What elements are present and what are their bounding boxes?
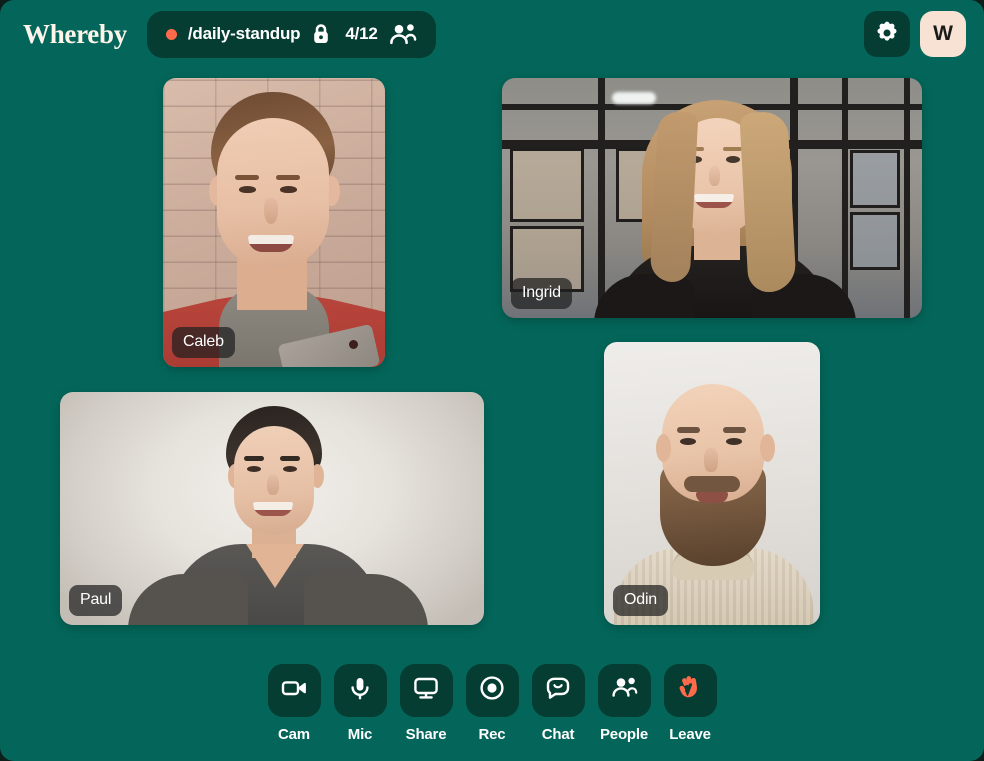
toolbar-item-rec[interactable]: Rec — [465, 664, 519, 743]
meeting-toolbar: Cam Mic Share Rec Chat People Leave — [0, 664, 984, 743]
person-ear-left — [656, 434, 671, 462]
person-eye-right — [726, 438, 742, 445]
people-button[interactable] — [597, 664, 651, 717]
leave-button[interactable] — [663, 664, 717, 717]
person-hair-strand-right — [739, 110, 797, 294]
video-feed-odin — [604, 342, 820, 625]
toolbar-item-people[interactable]: People — [597, 664, 651, 743]
person-nose — [264, 198, 278, 224]
toolbar-item-mic[interactable]: Mic — [333, 664, 387, 743]
video-feed-paul — [60, 392, 484, 625]
screen-share-icon — [412, 674, 440, 707]
cam-label: Cam — [278, 726, 310, 743]
person-brow-left — [235, 175, 259, 180]
person-nose — [704, 448, 718, 472]
leave-label: Leave — [669, 726, 711, 743]
person-brow-right — [276, 175, 300, 180]
whereby-meeting-window: Whereby /daily-standup 4/12 W Caleb Ingr… — [0, 0, 984, 761]
chat-button[interactable] — [531, 664, 585, 717]
person-moustache — [684, 476, 740, 492]
person-brow-right — [723, 427, 746, 433]
person-eye-right — [726, 156, 740, 163]
share-button[interactable] — [399, 664, 453, 717]
rec-button[interactable] — [465, 664, 519, 717]
chat-label: Chat — [541, 726, 575, 743]
participant-name-badge: Odin — [613, 585, 668, 616]
mic-button[interactable] — [333, 664, 387, 717]
person-brow-right — [723, 147, 742, 151]
person-nose — [267, 475, 279, 495]
video-tile-ingrid[interactable]: Ingrid — [502, 78, 922, 318]
toolbar-item-share[interactable]: Share — [399, 664, 453, 743]
person-nose — [709, 166, 720, 186]
record-icon — [478, 674, 506, 707]
people-icon — [610, 674, 638, 707]
person-mouth — [694, 194, 734, 208]
jacket-button — [349, 340, 358, 349]
person-eye-left — [247, 466, 261, 472]
mic-label: Mic — [347, 726, 373, 743]
participant-name-badge: Paul — [69, 585, 123, 616]
person-mouth — [248, 235, 294, 252]
toolbar-item-leave[interactable]: Leave — [663, 664, 717, 743]
participant-name-badge: Caleb — [172, 327, 235, 358]
rec-label: Rec — [478, 726, 506, 743]
camera-icon — [280, 674, 308, 707]
video-feed-caleb — [163, 78, 385, 367]
person-brow-right — [280, 456, 300, 461]
video-tile-caleb[interactable]: Caleb — [163, 78, 385, 367]
person-mouth — [696, 492, 728, 503]
person-eye-right — [280, 186, 297, 193]
participant-name-badge: Ingrid — [511, 278, 572, 309]
video-tile-paul[interactable]: Paul — [60, 392, 484, 625]
person-eye-left — [680, 438, 696, 445]
video-grid: Caleb Ingrid Paul Odin — [0, 0, 984, 645]
raised-hand-icon — [676, 674, 704, 707]
share-label: Share — [405, 726, 447, 743]
person-eye-left — [239, 186, 256, 193]
cam-button[interactable] — [267, 664, 321, 717]
person-mouth — [253, 502, 293, 516]
person-brow-left — [677, 427, 700, 433]
people-label: People — [600, 726, 648, 743]
person-brow-left — [244, 456, 264, 461]
person-ear-right — [760, 434, 775, 462]
toolbar-item-chat[interactable]: Chat — [531, 664, 585, 743]
chat-bubble-icon — [544, 674, 572, 707]
toolbar-item-cam[interactable]: Cam — [267, 664, 321, 743]
microphone-icon — [346, 674, 374, 707]
video-tile-odin[interactable]: Odin — [604, 342, 820, 625]
person-eye-right — [283, 466, 297, 472]
